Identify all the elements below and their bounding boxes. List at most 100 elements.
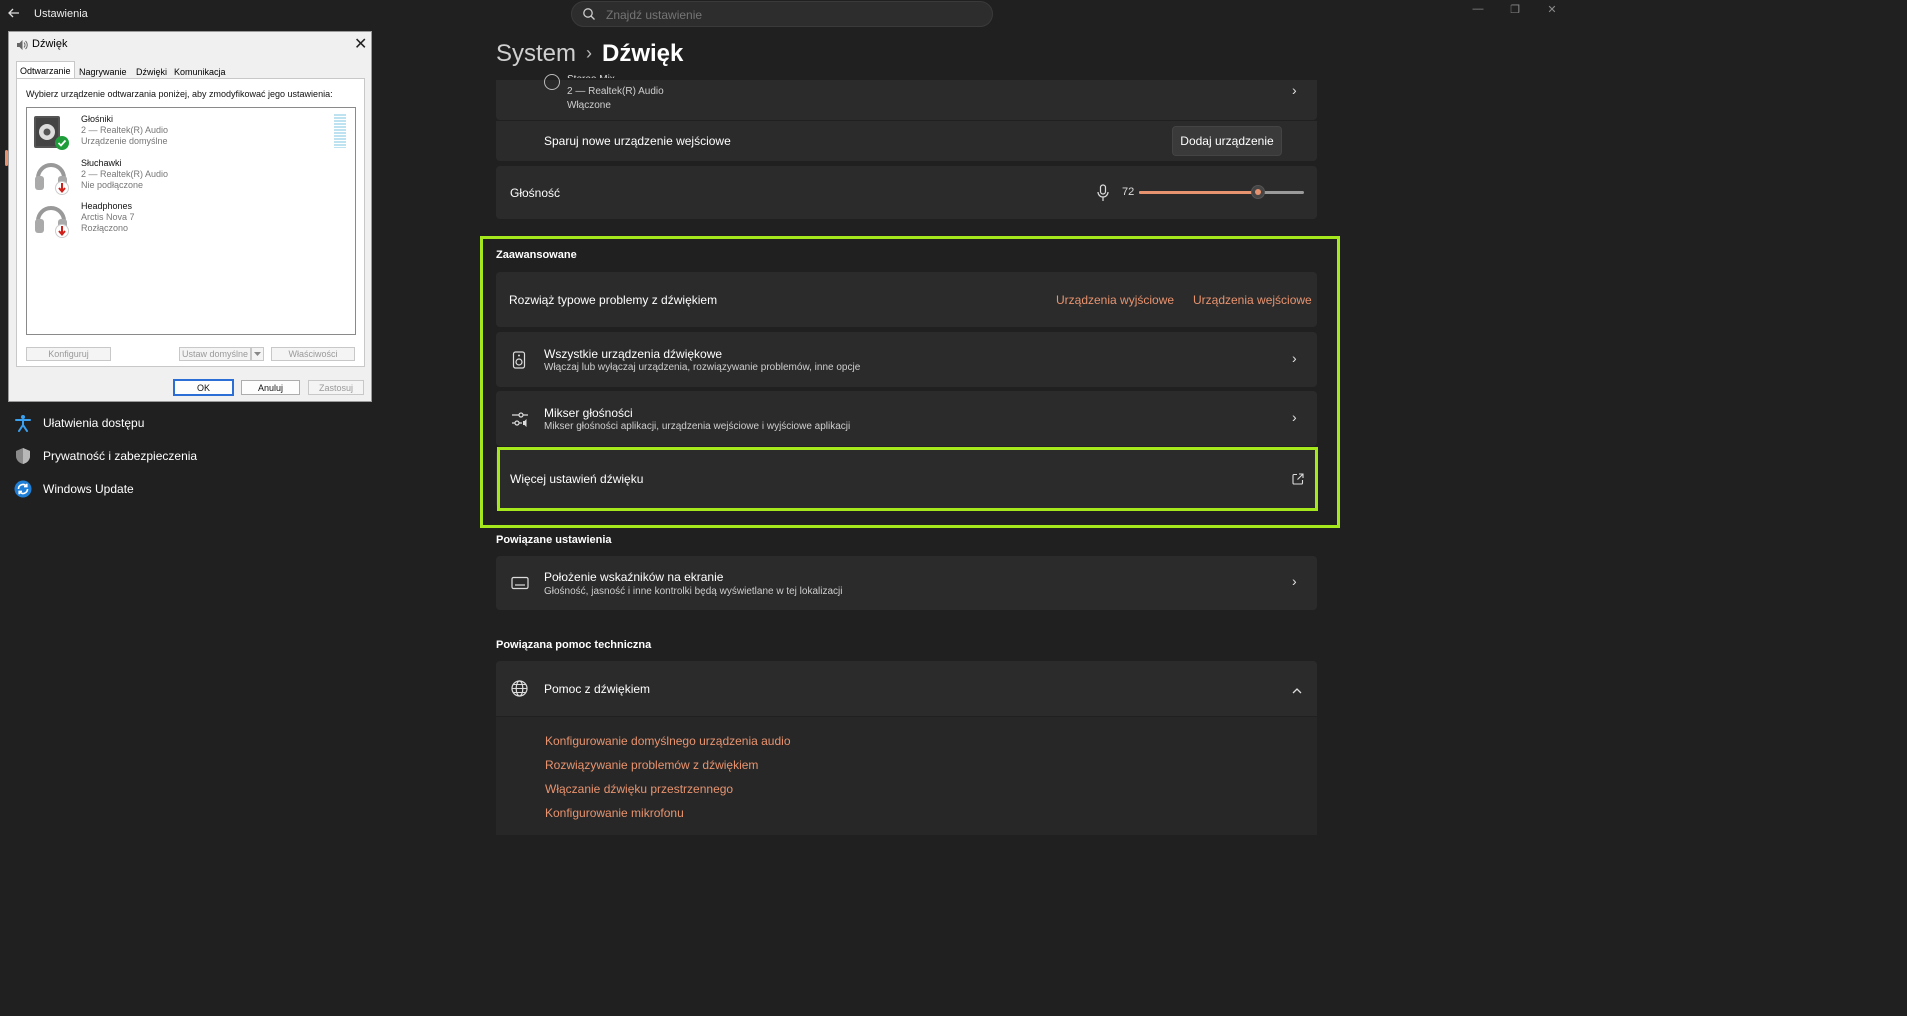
search-input[interactable] bbox=[604, 6, 968, 24]
device-status: Rozłączono bbox=[81, 223, 129, 233]
related-heading: Powiązane ustawienia bbox=[496, 534, 612, 546]
volume-slider-fill bbox=[1139, 191, 1258, 194]
app-title: Ustawienia bbox=[34, 8, 88, 20]
chevron-right-icon: › bbox=[1292, 82, 1297, 98]
dialog-title: Dźwięk bbox=[32, 38, 68, 50]
all-devices-title: Wszystkie urządzenia dźwiękowe bbox=[544, 347, 723, 361]
pair-label: Sparuj nowe urządzenie wejściowe bbox=[544, 134, 731, 148]
volume-value: 72 bbox=[1122, 186, 1135, 198]
pair-device-row: Sparuj nowe urządzenie wejściowe Dodaj u… bbox=[496, 121, 1317, 161]
chevron-right-icon: › bbox=[1292, 573, 1297, 589]
add-device-button[interactable]: Dodaj urządzenie bbox=[1172, 126, 1282, 156]
nav-item-accessibility[interactable]: Ułatwienia dostępu bbox=[14, 412, 144, 434]
ok-button[interactable]: OK bbox=[173, 379, 234, 396]
volume-slider[interactable] bbox=[1139, 185, 1304, 199]
help-link[interactable]: Konfigurowanie mikrofonu bbox=[545, 806, 684, 820]
title-bar: Ustawienia — ❐ ✕ bbox=[0, 0, 1568, 30]
device-name: Słuchawki bbox=[81, 158, 122, 168]
mixer-icon bbox=[511, 410, 529, 428]
chevron-up-icon[interactable] bbox=[1291, 683, 1303, 694]
indicator-subtitle: Głośność, jasność i inne kontrolki będą … bbox=[544, 586, 843, 597]
help-link[interactable]: Rozwiązywanie problemów z dźwiękiem bbox=[545, 758, 758, 772]
list-item[interactable]: Głośniki 2 — Realtek(R) Audio Urządzenie… bbox=[33, 114, 346, 154]
accessibility-icon bbox=[14, 414, 32, 432]
help-link[interactable]: Włączanie dźwięku przestrzennego bbox=[545, 782, 733, 796]
device-list: Głośniki 2 — Realtek(R) Audio Urządzenie… bbox=[26, 107, 356, 335]
chevron-down-icon bbox=[254, 352, 261, 356]
speaker-device-icon bbox=[33, 114, 71, 152]
device-name: Stereo Mix bbox=[567, 74, 615, 78]
microphone-icon[interactable] bbox=[1096, 184, 1110, 202]
nav-item-label: Prywatność i zabezpieczenia bbox=[43, 449, 198, 463]
headphones-icon bbox=[33, 201, 71, 239]
close-icon[interactable]: ✕ bbox=[1544, 3, 1560, 16]
minimize-icon[interactable]: — bbox=[1470, 3, 1486, 15]
device-driver: 2 — Realtek(R) Audio bbox=[81, 169, 169, 179]
sound-help-panel: Konfigurowanie domyślnego urządzenia aud… bbox=[496, 717, 1317, 835]
speaker-icon bbox=[512, 351, 526, 369]
output-devices-link[interactable]: Urządzenia wyjściowe bbox=[1056, 293, 1174, 307]
nav-item-windows-update[interactable]: Windows Update bbox=[14, 478, 134, 500]
mixer-title: Mikser głośności bbox=[544, 406, 633, 420]
nav-item-label: Ułatwienia dostępu bbox=[43, 416, 145, 430]
sound-help-row[interactable]: Pomoc z dźwiękiem bbox=[496, 661, 1317, 716]
display-indicator-icon bbox=[511, 576, 529, 590]
globe-icon bbox=[511, 680, 528, 697]
set-default-dropdown[interactable] bbox=[251, 347, 264, 361]
back-arrow-icon[interactable] bbox=[6, 6, 22, 22]
set-default-button[interactable]: Ustaw domyślne bbox=[179, 347, 251, 361]
breadcrumb-parent[interactable]: System bbox=[496, 40, 576, 67]
indicator-position-row[interactable]: Położenie wskaźników na ekranie Głośność… bbox=[496, 556, 1317, 610]
device-name: Głośniki bbox=[81, 114, 114, 124]
cancel-button[interactable]: Anuluj bbox=[241, 380, 300, 395]
all-devices-subtitle: Włączaj lub wyłączaj urządzenia, rozwiąz… bbox=[544, 362, 861, 373]
device-driver: Arctis Nova 7 bbox=[81, 212, 135, 222]
chevron-right-icon: › bbox=[1292, 350, 1297, 366]
volume-mixer-row[interactable]: Mikser głośności Mikser głośności aplika… bbox=[496, 391, 1317, 446]
apply-button[interactable]: Zastosuj bbox=[308, 380, 364, 395]
shield-icon bbox=[14, 447, 32, 465]
breadcrumb-separator: › bbox=[586, 43, 593, 63]
input-device-row[interactable]: Stereo Mix 2 — Realtek(R) Audio Włączone… bbox=[496, 74, 1317, 120]
speaker-small-icon bbox=[16, 38, 28, 50]
indicator-title: Położenie wskaźników na ekranie bbox=[544, 570, 724, 584]
volume-slider-thumb[interactable] bbox=[1250, 185, 1265, 199]
page-title: Dźwięk bbox=[602, 40, 684, 67]
level-meter bbox=[334, 114, 346, 148]
sound-dialog: Dźwięk ✕ Odtwarzanie Nagrywanie Dźwięki … bbox=[8, 31, 372, 402]
volume-label: Głośność bbox=[510, 186, 561, 200]
advanced-heading: Zaawansowane bbox=[496, 249, 577, 261]
list-item[interactable]: Słuchawki 2 — Realtek(R) Audio Nie podłą… bbox=[33, 158, 333, 198]
input-devices-link[interactable]: Urządzenia wejściowe bbox=[1193, 293, 1312, 307]
search-box[interactable] bbox=[571, 1, 993, 27]
dialog-close-icon[interactable]: ✕ bbox=[354, 34, 367, 54]
device-driver: 2 — Realtek(R) Audio bbox=[567, 86, 664, 97]
more-sound-highlight bbox=[497, 447, 1318, 511]
list-item[interactable]: Headphones Arctis Nova 7 Rozłączono bbox=[33, 201, 333, 241]
tab-sounds[interactable]: Dźwięki bbox=[133, 65, 170, 79]
nav-item-privacy[interactable]: Prywatność i zabezpieczenia bbox=[14, 445, 197, 467]
device-status: Włączone bbox=[567, 100, 611, 111]
headphones-icon bbox=[33, 158, 71, 196]
tab-communications[interactable]: Komunikacja bbox=[171, 65, 229, 79]
chevron-right-icon: › bbox=[1292, 409, 1297, 425]
help-link[interactable]: Konfigurowanie domyślnego urządzenia aud… bbox=[545, 734, 791, 748]
all-sound-devices-row[interactable]: Wszystkie urządzenia dźwiękowe Włączaj l… bbox=[496, 332, 1317, 387]
radio-button[interactable] bbox=[544, 74, 560, 90]
device-driver: 2 — Realtek(R) Audio bbox=[81, 125, 169, 135]
sound-help-title: Pomoc z dźwiękiem bbox=[544, 682, 651, 696]
troubleshoot-label: Rozwiąż typowe problemy z dźwiękiem bbox=[509, 293, 718, 307]
help-heading: Powiązana pomoc techniczna bbox=[496, 639, 652, 651]
nav-item-label: Windows Update bbox=[43, 482, 134, 496]
properties-button[interactable]: Właściwości bbox=[271, 347, 355, 361]
windows-update-icon bbox=[14, 480, 32, 498]
search-icon bbox=[583, 8, 595, 20]
tab-recording[interactable]: Nagrywanie bbox=[76, 65, 130, 79]
mixer-subtitle: Mikser głośności aplikacji, urządzenia w… bbox=[544, 421, 851, 432]
device-status: Urządzenie domyślne bbox=[81, 136, 168, 146]
dialog-instruction: Wybierz urządzenie odtwarzania poniżej, … bbox=[26, 89, 333, 99]
maximize-icon[interactable]: ❐ bbox=[1507, 3, 1523, 16]
breadcrumb: System › Dźwięk bbox=[496, 40, 683, 68]
configure-button[interactable]: Konfiguruj bbox=[26, 347, 111, 361]
volume-row: Głośność 72 bbox=[496, 166, 1317, 219]
